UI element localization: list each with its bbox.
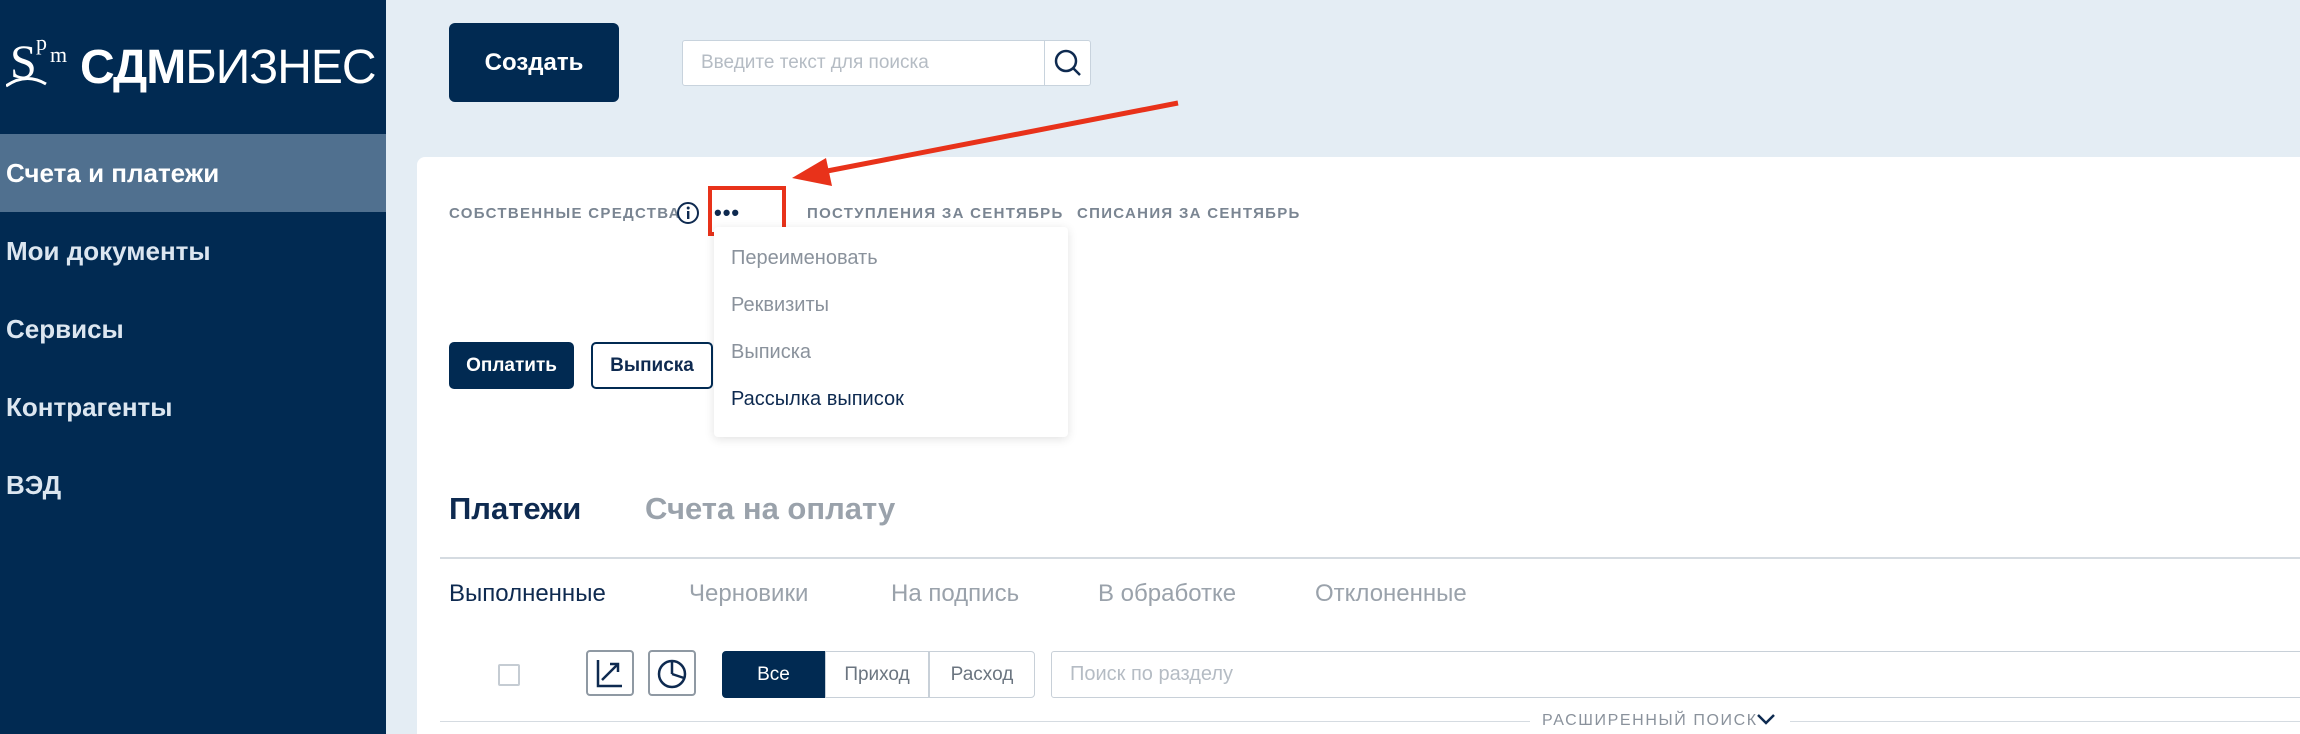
chart-button[interactable]	[586, 650, 634, 696]
pay-button[interactable]: Оплатить	[449, 342, 574, 389]
pie-chart-button[interactable]	[648, 650, 696, 696]
tab-payments[interactable]: Платежи	[449, 491, 581, 527]
tab-invoices[interactable]: Счета на оплату	[645, 491, 895, 527]
select-all-checkbox[interactable]	[498, 664, 520, 686]
sidebar-item-accounts[interactable]: Счета и платежи	[0, 134, 386, 212]
pie-chart-icon	[657, 659, 687, 689]
menu-item-rename[interactable]: Переименовать	[731, 247, 878, 270]
tab-divider	[440, 557, 2300, 559]
section-search-input[interactable]	[1052, 652, 2300, 697]
trend-chart-icon	[596, 660, 622, 688]
advanced-divider-right	[1790, 721, 2300, 722]
subtab-to-sign[interactable]: На подпись	[891, 580, 1019, 608]
chevron-down-icon[interactable]	[1756, 712, 1776, 726]
search-button[interactable]	[1044, 41, 1090, 85]
sidebar-item-counterparties[interactable]: Контрагенты	[0, 368, 386, 446]
subtab-completed[interactable]: Выполненные	[449, 580, 606, 608]
subtab-processing[interactable]: В обработке	[1098, 580, 1236, 608]
main-card	[417, 157, 2300, 734]
sidebar-item-ved[interactable]: ВЭД	[0, 446, 386, 524]
filter-all[interactable]: Все	[722, 651, 825, 698]
logo-text: СДМБИЗНЕС	[80, 41, 377, 94]
svg-text:p: p	[36, 30, 47, 55]
expense-label: СПИСАНИЯ ЗА СЕНТЯБРЬ	[1077, 205, 1301, 222]
advanced-search-toggle[interactable]: РАСШИРЕННЫЙ ПОИСК	[1542, 712, 1758, 730]
search-icon	[1054, 49, 1081, 76]
own-funds-label: СОБСТВЕННЫЕ СРЕДСТВА	[449, 205, 681, 222]
section-search	[1051, 651, 2300, 698]
more-options-dropdown: Переименовать Реквизиты Выписка Рассылка…	[714, 227, 1068, 437]
sidebar-item-services[interactable]: Сервисы	[0, 290, 386, 368]
menu-item-requisites[interactable]: Реквизиты	[731, 294, 829, 317]
statement-button[interactable]: Выписка	[591, 342, 713, 389]
filter-income[interactable]: Приход	[825, 651, 929, 698]
search-input[interactable]	[683, 41, 1045, 85]
logo-mark-icon: S p m	[6, 30, 67, 89]
global-search	[682, 40, 1091, 86]
sidebar: S p m СДМБИЗНЕС Счета и платежи Мои доку…	[0, 0, 386, 734]
filter-expense[interactable]: Расход	[929, 651, 1035, 698]
income-label: ПОСТУПЛЕНИЯ ЗА СЕНТЯБРЬ	[807, 205, 1064, 222]
subtab-drafts[interactable]: Черновики	[689, 580, 808, 608]
info-icon[interactable]	[676, 201, 700, 225]
menu-item-statement[interactable]: Выписка	[731, 341, 811, 364]
svg-text:m: m	[50, 42, 67, 67]
logo[interactable]: S p m СДМБИЗНЕС	[6, 28, 377, 108]
menu-item-statement-mailing[interactable]: Рассылка выписок	[731, 388, 904, 411]
subtab-rejected[interactable]: Отклоненные	[1315, 580, 1467, 608]
sidebar-item-documents[interactable]: Мои документы	[0, 212, 386, 290]
create-button[interactable]: Создать	[449, 23, 619, 102]
advanced-divider-left	[440, 721, 1530, 722]
